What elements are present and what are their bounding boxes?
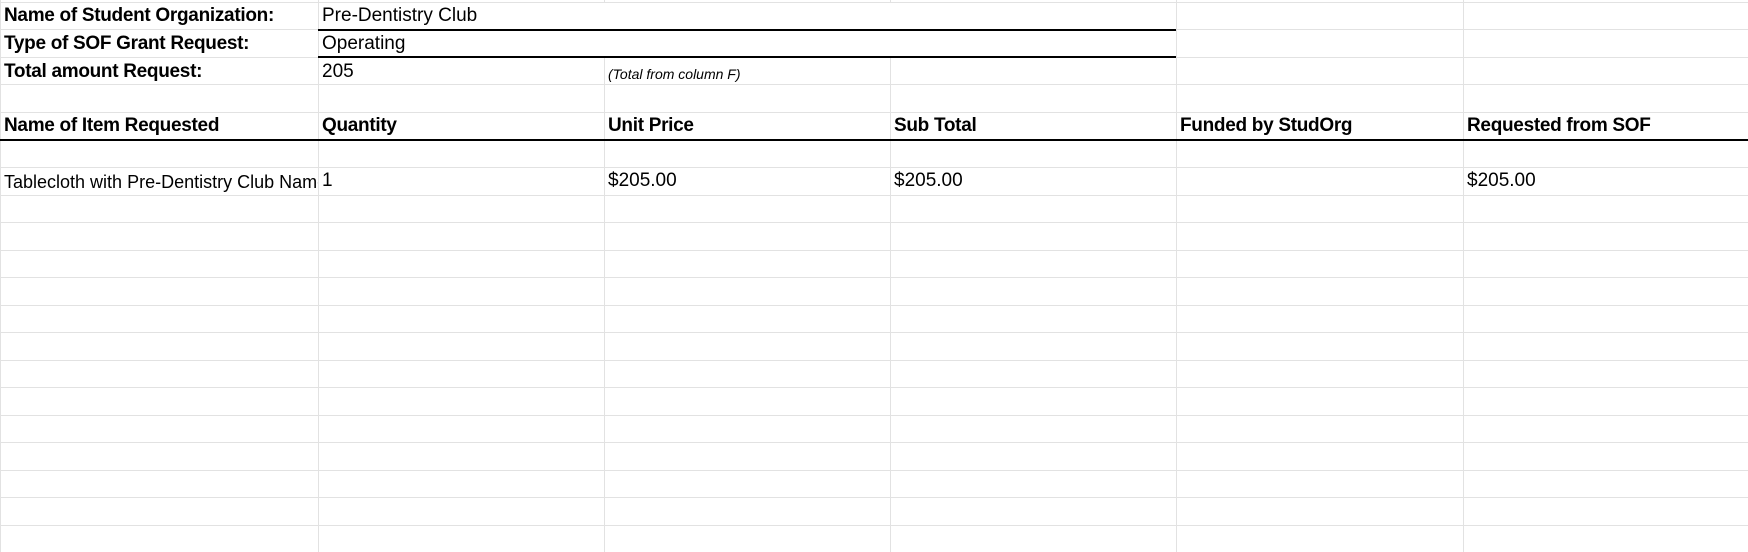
grid-line <box>0 360 1748 361</box>
header-item: Name of Item Requested <box>4 115 220 136</box>
grid-line <box>0 332 1748 333</box>
grid-line <box>0 250 1748 251</box>
total-note: (Total from column F) <box>608 66 741 82</box>
row-requested-from-sof[interactable]: $205.00 <box>1463 168 1748 195</box>
grant-type-label: Type of SOF Grant Request: <box>4 33 250 54</box>
grid-line <box>0 195 1748 196</box>
header-funded-by-studorg: Funded by StudOrg <box>1180 115 1353 136</box>
row-item-name[interactable]: Tablecloth with Pre-Dentistry Club Name <box>0 168 318 195</box>
org-name-value[interactable]: Pre-Dentistry Club <box>318 3 1176 29</box>
grid-line <box>0 222 1748 223</box>
spreadsheet-grid: Name of Student Organization: Pre-Dentis… <box>0 0 1748 552</box>
grid-line <box>0 415 1748 416</box>
header-sub-total: Sub Total <box>894 115 977 136</box>
total-amount-label: Total amount Request: <box>4 61 203 82</box>
header-underline-border <box>0 139 1748 141</box>
org-name-label: Name of Student Organization: <box>4 5 274 26</box>
row-unit-price[interactable]: $205.00 <box>604 168 890 195</box>
header-quantity: Quantity <box>322 115 397 136</box>
grant-type-value[interactable]: Operating <box>318 30 1176 57</box>
row-sub-total[interactable]: $205.00 <box>890 168 1176 195</box>
grid-line <box>0 442 1748 443</box>
row-quantity[interactable]: 1 <box>318 168 604 195</box>
grid-line <box>0 277 1748 278</box>
header-requested-from-sof: Requested from SOF <box>1467 115 1651 136</box>
grid-line <box>0 387 1748 388</box>
grid-line <box>0 525 1748 526</box>
grid-line <box>0 497 1748 498</box>
grid-line <box>0 84 1748 85</box>
total-amount-value[interactable]: 205 <box>318 58 604 84</box>
grid-line <box>0 470 1748 471</box>
row-funded-by-studorg[interactable] <box>1176 168 1463 195</box>
grid-line <box>0 305 1748 306</box>
header-unit-price: Unit Price <box>608 115 694 136</box>
